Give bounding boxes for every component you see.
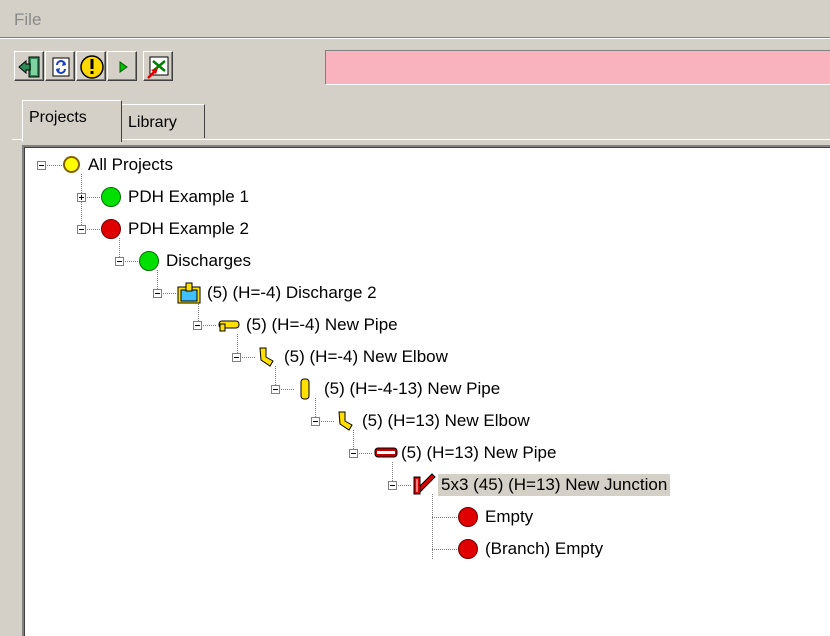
tab-library[interactable]: Library — [122, 104, 205, 138]
tab-projects-label: Projects — [29, 109, 87, 126]
expand-toggle[interactable] — [77, 193, 86, 202]
horizontal-pipe-icon — [218, 320, 240, 332]
tree-node-pipe-3[interactable]: (5) (H=13) New Pipe — [25, 440, 805, 466]
collapse-toggle[interactable] — [153, 289, 162, 298]
green-status-icon — [139, 251, 159, 271]
collapse-toggle[interactable] — [232, 353, 241, 362]
collapse-toggle[interactable] — [193, 321, 202, 330]
app-window: File Projects Library All Projects PDH E… — [0, 0, 830, 636]
exit-button[interactable] — [14, 51, 44, 81]
collapse-toggle[interactable] — [37, 161, 46, 170]
play-icon — [119, 61, 128, 73]
warning-button[interactable] — [76, 51, 106, 81]
vertical-pipe-icon — [300, 378, 310, 400]
tree-node-label: (5) (H=-4-13) New Pipe — [324, 379, 501, 398]
refresh-icon — [52, 57, 70, 77]
tree-node-junction[interactable]: 5x3 (45) (H=13) New Junction — [25, 472, 805, 498]
warning-icon — [80, 55, 104, 79]
tree-node-label: 5x3 (45) (H=13) New Junction — [438, 474, 671, 496]
export-button[interactable] — [143, 51, 173, 81]
tree-node-label: (5) (H=13) New Pipe — [401, 443, 557, 462]
discharge-icon — [177, 282, 201, 304]
collapse-toggle[interactable] — [115, 257, 124, 266]
tree-node-label: (5) (H=-4) New Elbow — [284, 347, 448, 366]
tree-node-pipe-1[interactable]: (5) (H=-4) New Pipe — [25, 312, 805, 338]
collapse-toggle[interactable] — [311, 417, 320, 426]
tree-node-discharge-2[interactable]: (5) (H=-4) Discharge 2 — [25, 280, 805, 306]
junction-icon — [413, 473, 436, 495]
tree-node-label: All Projects — [88, 155, 174, 174]
collapse-toggle[interactable] — [388, 481, 397, 490]
tree-node-label: Discharges — [166, 251, 252, 270]
elbow-icon — [259, 347, 274, 367]
tree-node-all-projects[interactable]: All Projects — [25, 152, 805, 178]
refresh-button[interactable] — [45, 51, 75, 81]
tree-node-branch-empty[interactable]: (Branch) Empty — [25, 536, 805, 562]
tree-node-label: PDH Example 2 — [128, 219, 249, 238]
collapse-toggle[interactable] — [349, 449, 358, 458]
red-status-icon — [101, 219, 121, 239]
tree-node-discharges[interactable]: Discharges — [25, 248, 805, 274]
red-status-icon — [458, 507, 478, 527]
tree-node-label: (5) (H=-4) Discharge 2 — [207, 283, 377, 302]
tree-node-pdh-example-1[interactable]: PDH Example 1 — [25, 184, 805, 210]
elbow-icon — [338, 411, 353, 431]
tree-node-pdh-example-2[interactable]: PDH Example 2 — [25, 216, 805, 242]
tree-node-label: (Branch) Empty — [485, 539, 604, 558]
tree-node-label: (5) (H=-4) New Pipe — [246, 315, 398, 334]
tree-node-label: (5) (H=13) New Elbow — [362, 411, 530, 430]
menu-bar: File — [0, 0, 830, 36]
tree-node-pipe-2[interactable]: (5) (H=-4-13) New Pipe — [25, 376, 805, 402]
project-tree[interactable]: All Projects PDH Example 1 PDH Example 2 — [22, 145, 830, 636]
tree-node-elbow-1[interactable]: (5) (H=-4) New Elbow — [25, 344, 805, 370]
tab-library-label: Library — [128, 114, 177, 131]
menu-file[interactable]: File — [14, 10, 41, 30]
run-button[interactable] — [107, 51, 137, 81]
red-status-icon — [458, 539, 478, 559]
yellow-status-icon — [63, 156, 80, 173]
tree-node-empty[interactable]: Empty — [25, 504, 805, 530]
tab-projects[interactable]: Projects — [22, 100, 122, 142]
tree-node-label: PDH Example 1 — [128, 187, 249, 206]
horizontal-pipe-icon — [374, 447, 398, 458]
exit-icon — [18, 56, 40, 78]
status-field — [325, 50, 830, 85]
excel-export-icon — [147, 56, 169, 79]
tree-node-elbow-2[interactable]: (5) (H=13) New Elbow — [25, 408, 805, 434]
tree-node-label: Empty — [485, 507, 534, 526]
green-status-icon — [101, 187, 121, 207]
collapse-toggle[interactable] — [271, 385, 280, 394]
collapse-toggle[interactable] — [77, 225, 86, 234]
